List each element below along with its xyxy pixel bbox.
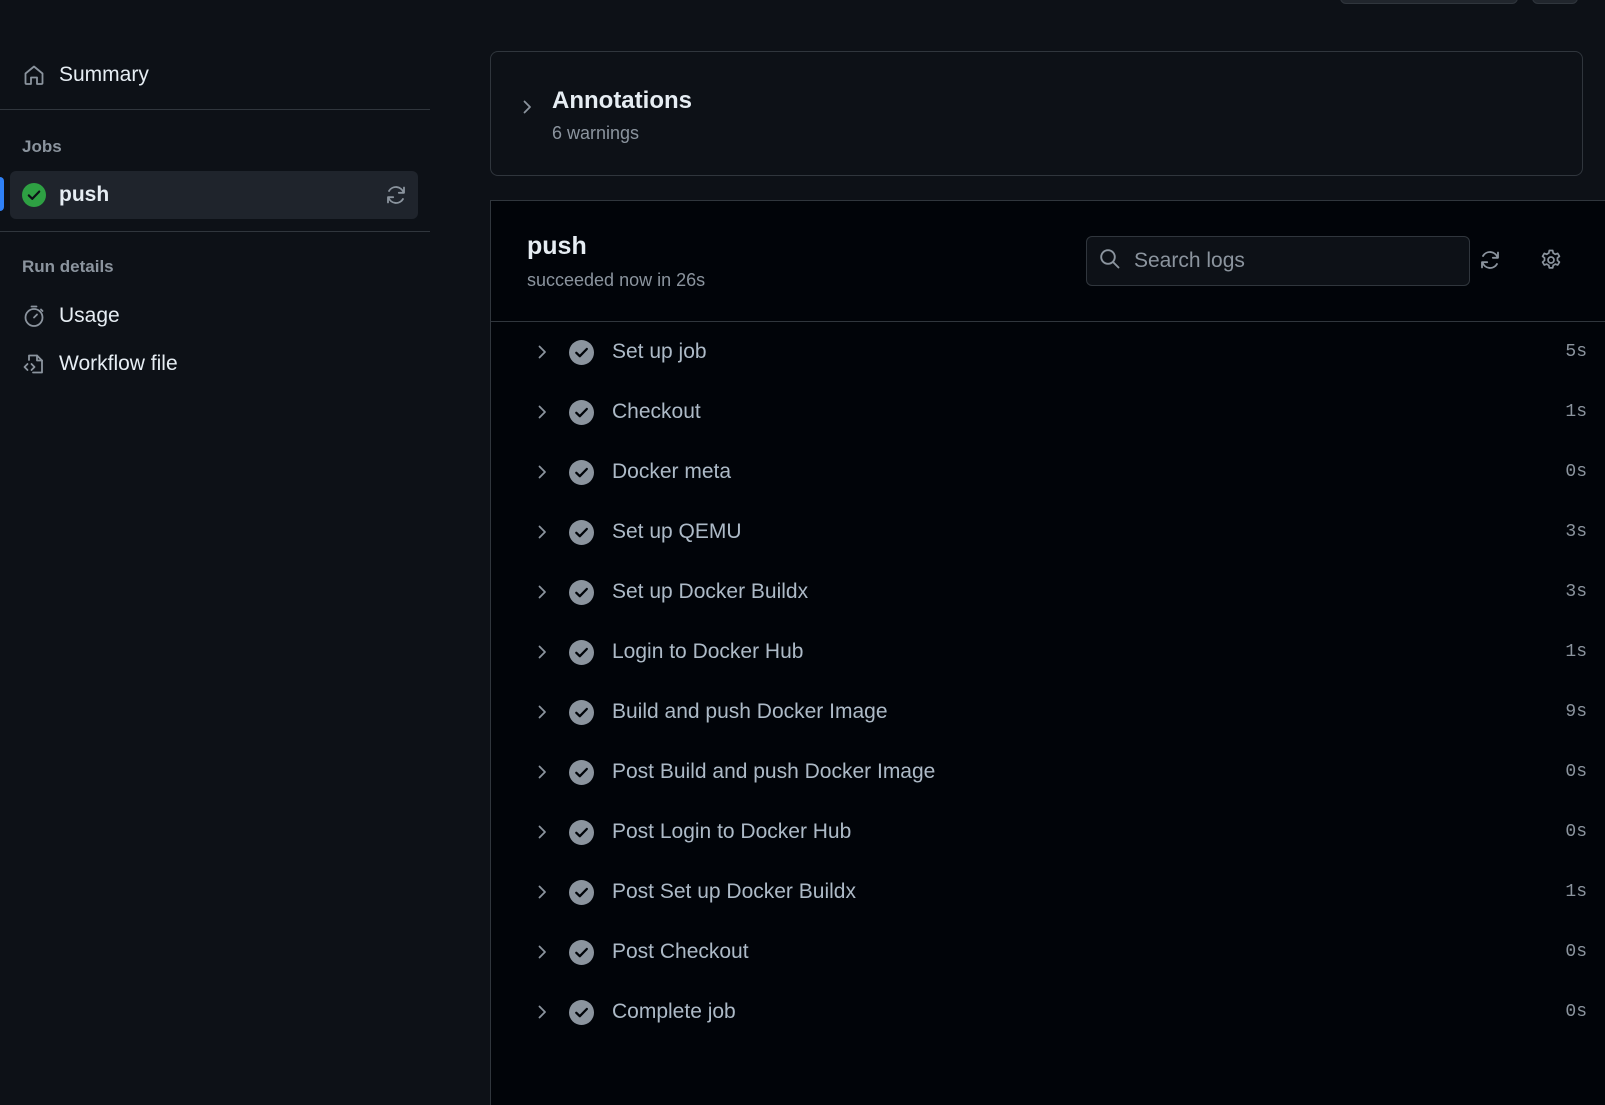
step-name: Post Login to Docker Hub — [612, 820, 852, 843]
check-circle-icon — [569, 759, 594, 785]
workflow-run-page: Summary Jobs push Run details Usage Work… — [0, 0, 1605, 1105]
job-step[interactable]: Checkout 1s — [491, 382, 1589, 442]
step-name: Complete job — [612, 1000, 736, 1023]
sync-icon — [1481, 251, 1499, 269]
check-circle-icon — [569, 999, 594, 1025]
step-duration: 3s — [1565, 522, 1587, 542]
step-name: Set up QEMU — [612, 520, 742, 543]
chevron-right-icon[interactable] — [533, 403, 551, 421]
sidebar-divider — [0, 109, 430, 110]
step-name: Set up job — [612, 340, 707, 363]
job-step[interactable]: Docker meta 0s — [491, 442, 1589, 502]
chevron-right-icon[interactable] — [533, 823, 551, 841]
step-name: Post Checkout — [612, 940, 749, 963]
check-circle-icon — [569, 519, 594, 545]
job-step[interactable]: Complete job 0s — [491, 982, 1589, 1042]
job-name: push — [59, 183, 110, 206]
check-circle-icon — [569, 579, 594, 605]
chevron-right-icon[interactable] — [533, 523, 551, 541]
check-circle-icon — [569, 459, 594, 485]
job-step[interactable]: Post Login to Docker Hub 0s — [491, 802, 1589, 862]
job-status: succeeded now in 26s — [527, 270, 706, 290]
file-code-icon — [22, 352, 46, 376]
sidebar-item-workflow-file[interactable]: Workflow file — [10, 340, 418, 388]
header-button-stub[interactable] — [1340, 0, 1518, 4]
chevron-right-icon[interactable] — [533, 643, 551, 661]
check-circle-icon — [569, 639, 594, 665]
job-title: push — [527, 232, 587, 260]
step-name: Post Set up Docker Buildx — [612, 880, 856, 903]
check-circle-icon — [569, 399, 594, 425]
sidebar-item-usage[interactable]: Usage — [10, 292, 418, 340]
gear-icon — [1541, 249, 1561, 269]
step-duration: 0s — [1565, 1002, 1587, 1022]
step-name: Post Build and push Docker Image — [612, 760, 936, 783]
step-duration: 3s — [1565, 582, 1587, 602]
job-step[interactable]: Build and push Docker Image 9s — [491, 682, 1589, 742]
check-circle-fill-icon — [22, 183, 46, 207]
annotations-panel[interactable]: Annotations 6 warnings — [490, 51, 1583, 176]
search-logs-input[interactable] — [1134, 249, 1454, 273]
jobs-heading: Jobs — [22, 137, 62, 156]
chevron-right-icon[interactable] — [533, 763, 551, 781]
search-logs-box[interactable] — [1086, 236, 1470, 286]
search-icon — [1099, 248, 1121, 275]
step-duration: 0s — [1565, 462, 1587, 482]
check-circle-icon — [569, 939, 594, 965]
sidebar-divider — [0, 231, 430, 232]
chevron-right-icon[interactable] — [533, 463, 551, 481]
chevron-right-icon[interactable] — [533, 943, 551, 961]
annotations-count: 6 warnings — [552, 123, 640, 143]
job-step[interactable]: Post Set up Docker Buildx 1s — [491, 862, 1589, 922]
sidebar-item-summary[interactable]: Summary — [10, 51, 418, 99]
step-duration: 1s — [1565, 642, 1587, 662]
job-step[interactable]: Set up Docker Buildx 3s — [491, 562, 1589, 622]
check-circle-icon — [569, 339, 594, 365]
step-duration: 5s — [1565, 342, 1587, 362]
step-duration: 0s — [1565, 822, 1587, 842]
job-steps-list: Set up job 5s Checkout 1s Docker meta 0s — [491, 322, 1589, 1042]
check-circle-icon — [569, 819, 594, 845]
sidebar-item-label: Usage — [59, 304, 120, 327]
step-duration: 0s — [1565, 942, 1587, 962]
job-header: push succeeded now in 26s — [491, 201, 1605, 322]
sync-icon[interactable] — [384, 183, 408, 207]
chevron-right-icon[interactable] — [533, 583, 551, 601]
sidebar-item-label: Summary — [59, 63, 149, 86]
run-sidebar: Summary Jobs push Run details Usage Work… — [0, 0, 430, 1105]
chevron-right-icon — [518, 98, 536, 116]
step-duration: 0s — [1565, 762, 1587, 782]
annotations-title: Annotations — [552, 87, 692, 114]
job-step[interactable]: Set up job 5s — [491, 322, 1589, 382]
chevron-right-icon[interactable] — [533, 343, 551, 361]
step-name: Docker meta — [612, 460, 732, 483]
job-log-panel: push succeeded now in 26s Search logs Se… — [490, 200, 1605, 1105]
job-step[interactable]: Post Checkout 0s — [491, 922, 1589, 982]
check-circle-icon — [569, 699, 594, 725]
step-duration: 1s — [1565, 882, 1587, 902]
refresh-logs-button[interactable] — [1476, 246, 1504, 274]
step-name: Checkout — [612, 400, 701, 423]
active-job-indicator — [0, 177, 4, 211]
job-step[interactable]: Login to Docker Hub 1s — [491, 622, 1589, 682]
job-step[interactable]: Set up QEMU 3s — [491, 502, 1589, 562]
header-menu-stub[interactable] — [1532, 0, 1578, 4]
job-step[interactable]: Post Build and push Docker Image 0s — [491, 742, 1589, 802]
run-details-heading: Run details — [22, 257, 114, 276]
step-name: Build and push Docker Image — [612, 700, 888, 723]
home-icon — [22, 63, 46, 87]
step-duration: 9s — [1565, 702, 1587, 722]
stopwatch-icon — [22, 304, 46, 328]
step-name: Login to Docker Hub — [612, 640, 804, 663]
chevron-right-icon[interactable] — [533, 703, 551, 721]
check-circle-icon — [569, 879, 594, 905]
step-name: Set up Docker Buildx — [612, 580, 809, 603]
log-settings-button[interactable] — [1537, 246, 1565, 274]
chevron-right-icon[interactable] — [533, 1003, 551, 1021]
chevron-right-icon[interactable] — [533, 883, 551, 901]
step-duration: 1s — [1565, 402, 1587, 422]
sidebar-item-label: Workflow file — [59, 352, 178, 375]
sidebar-job-push[interactable]: push — [10, 171, 418, 219]
